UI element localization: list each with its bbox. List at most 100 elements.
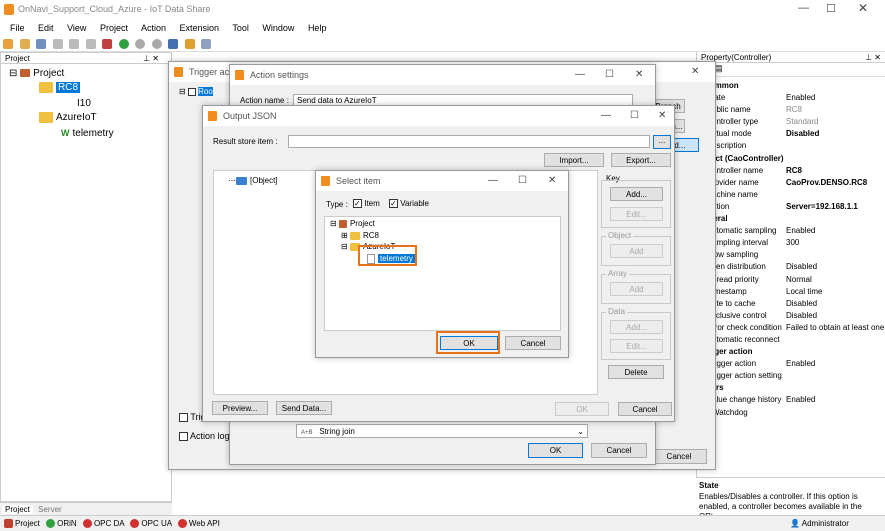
item-checkbox[interactable]: ✓ Item (353, 199, 380, 209)
property-row[interactable]: low sampling (698, 249, 885, 261)
select-max-icon[interactable]: ☐ (518, 171, 527, 191)
menu-help[interactable]: Help (308, 23, 327, 33)
property-row[interactable]: alue change history Enabled (698, 394, 885, 406)
property-row[interactable]: utomatic sampling Enabled (698, 225, 885, 237)
property-category[interactable]: rigger action (698, 346, 885, 358)
property-row[interactable]: imestamp Local time (698, 286, 885, 298)
property-row[interactable]: utomatic reconnect (698, 334, 885, 346)
action-cancel-button[interactable]: Cancel (591, 443, 647, 458)
json-ok-button[interactable]: OK (555, 402, 609, 416)
action-log-checkbox[interactable]: Action log (179, 431, 230, 442)
select-tree-view[interactable]: ⊟ Project ⊞ RC8 ⊟ AzureIoT telemetry (324, 216, 561, 331)
json-cancel-button[interactable]: Cancel (618, 402, 672, 416)
property-key: rovider name (712, 177, 759, 187)
data-add-button[interactable]: Add... (610, 320, 663, 334)
menu-window[interactable]: Window (262, 23, 294, 33)
property-row[interactable]: ublic name RC8 (698, 104, 885, 116)
settings-icon[interactable] (184, 39, 195, 49)
save-icon[interactable] (36, 39, 47, 49)
pause-icon[interactable] (135, 39, 146, 49)
preview-button[interactable]: Preview... (212, 401, 268, 415)
trigger-close-icon[interactable]: ✕ (691, 62, 699, 82)
key-edit-button[interactable]: Edit... (610, 207, 663, 221)
delete-button[interactable]: Delete (608, 365, 664, 379)
maximize-button[interactable]: ☐ (826, 2, 836, 15)
property-row[interactable]: rror check condition Failed to obtain at … (698, 322, 885, 334)
property-row[interactable]: achine name (698, 189, 885, 201)
property-row[interactable]: tate Enabled (698, 92, 885, 104)
trigger-root-item[interactable]: ⊟ Roo (179, 87, 229, 99)
object-add-button[interactable]: Add (610, 244, 663, 258)
import-button[interactable]: Import... (544, 153, 604, 167)
property-category[interactable]: Common (698, 80, 885, 92)
cut-icon[interactable] (52, 39, 63, 49)
menu-project[interactable]: Project (100, 23, 128, 33)
browse-button[interactable]: ... (653, 135, 671, 149)
property-row[interactable]: irtual mode Disabled (698, 128, 885, 140)
select-close-icon[interactable]: ✕ (548, 171, 556, 191)
json-close-icon[interactable]: ✕ (658, 106, 666, 126)
tree-rc8[interactable]: RC8 (39, 82, 81, 94)
menu-edit[interactable]: Edit (38, 23, 54, 33)
action-ok-button[interactable]: OK (528, 443, 583, 458)
sort-icon[interactable]: ↓ ▤ (697, 63, 885, 77)
function-dropdown[interactable]: A+B String join ⌄ (296, 424, 588, 438)
property-row[interactable]: hread priority Normal (698, 274, 885, 286)
json-min-icon[interactable]: — (601, 106, 611, 126)
action-min-icon[interactable]: — (575, 65, 585, 85)
monitor-icon[interactable] (168, 39, 179, 49)
send-data-button[interactable]: Send Data... (276, 401, 332, 415)
property-row[interactable]: rite to cache Disabled (698, 298, 885, 310)
select-tree-project[interactable]: ⊟ Project (330, 219, 375, 228)
stop-icon[interactable] (151, 39, 162, 49)
open-icon[interactable] (19, 39, 30, 49)
minimize-button[interactable]: — (798, 2, 809, 14)
variable-checkbox[interactable]: ✓ Variable (389, 199, 429, 209)
action-close-icon[interactable]: ✕ (635, 65, 643, 85)
property-row[interactable]: ption Server=192.168.1.1 (698, 201, 885, 213)
data-edit-button[interactable]: Edit... (610, 339, 663, 353)
select-tree-rc8[interactable]: ⊞ RC8 (341, 231, 379, 240)
close-button[interactable]: ✕ (858, 1, 868, 15)
tab-project[interactable]: Project (2, 505, 33, 514)
action-max-icon[interactable]: ☐ (605, 65, 614, 85)
property-category[interactable]: thers (698, 382, 885, 394)
property-row[interactable]: escription (698, 140, 885, 152)
property-category[interactable]: eneral (698, 213, 885, 225)
property-row[interactable]: ven distribution Disabled (698, 261, 885, 273)
property-row[interactable]: rovider name CaoProv.DENSO.RC8 (698, 177, 885, 189)
tree-azureiot[interactable]: AzureIoT (39, 112, 97, 123)
select-min-icon[interactable]: — (488, 171, 498, 191)
result-store-input[interactable] (288, 135, 650, 148)
property-row[interactable]: rigger action Enabled (698, 358, 885, 370)
property-row[interactable]: ontroller type Standard (698, 116, 885, 128)
copy-icon[interactable] (69, 39, 80, 49)
menu-extension[interactable]: Extension (180, 23, 220, 33)
property-row[interactable]: ampling interval 300 (698, 237, 885, 249)
new-icon[interactable] (3, 39, 13, 49)
json-max-icon[interactable]: ☐ (630, 106, 639, 126)
tree-i10[interactable]: I10 (77, 98, 91, 109)
run-icon[interactable] (118, 39, 129, 49)
array-add-button[interactable]: Add (610, 282, 663, 296)
tab-server[interactable]: Server (35, 505, 65, 514)
json-object-node[interactable]: ⋯ [Object] (228, 176, 278, 185)
property-category[interactable]: bject (CaoController) (698, 153, 885, 165)
delete-icon[interactable] (85, 39, 96, 49)
property-row[interactable]: rigger action setting (698, 370, 885, 382)
select-cancel-button[interactable]: Cancel (505, 336, 561, 350)
list-icon[interactable] (201, 39, 212, 49)
tree-project[interactable]: ⊟ Project (9, 68, 64, 79)
tree-telemetry[interactable]: Wtelemetry (61, 128, 114, 139)
property-row[interactable]: ontroller name RC8 (698, 165, 885, 177)
trigger-cancel-button[interactable]: Cancel (651, 449, 707, 464)
property-row[interactable]: Watchdog (698, 407, 885, 419)
menu-tool[interactable]: Tool (232, 23, 249, 33)
key-add-button[interactable]: Add... (610, 187, 663, 201)
export-button[interactable]: Export... (611, 153, 671, 167)
toolbox-icon[interactable] (102, 39, 113, 49)
menu-action[interactable]: Action (141, 23, 166, 33)
property-row[interactable]: xclusive control Disabled (698, 310, 885, 322)
menu-view[interactable]: View (67, 23, 86, 33)
menu-file[interactable]: File (10, 23, 25, 33)
